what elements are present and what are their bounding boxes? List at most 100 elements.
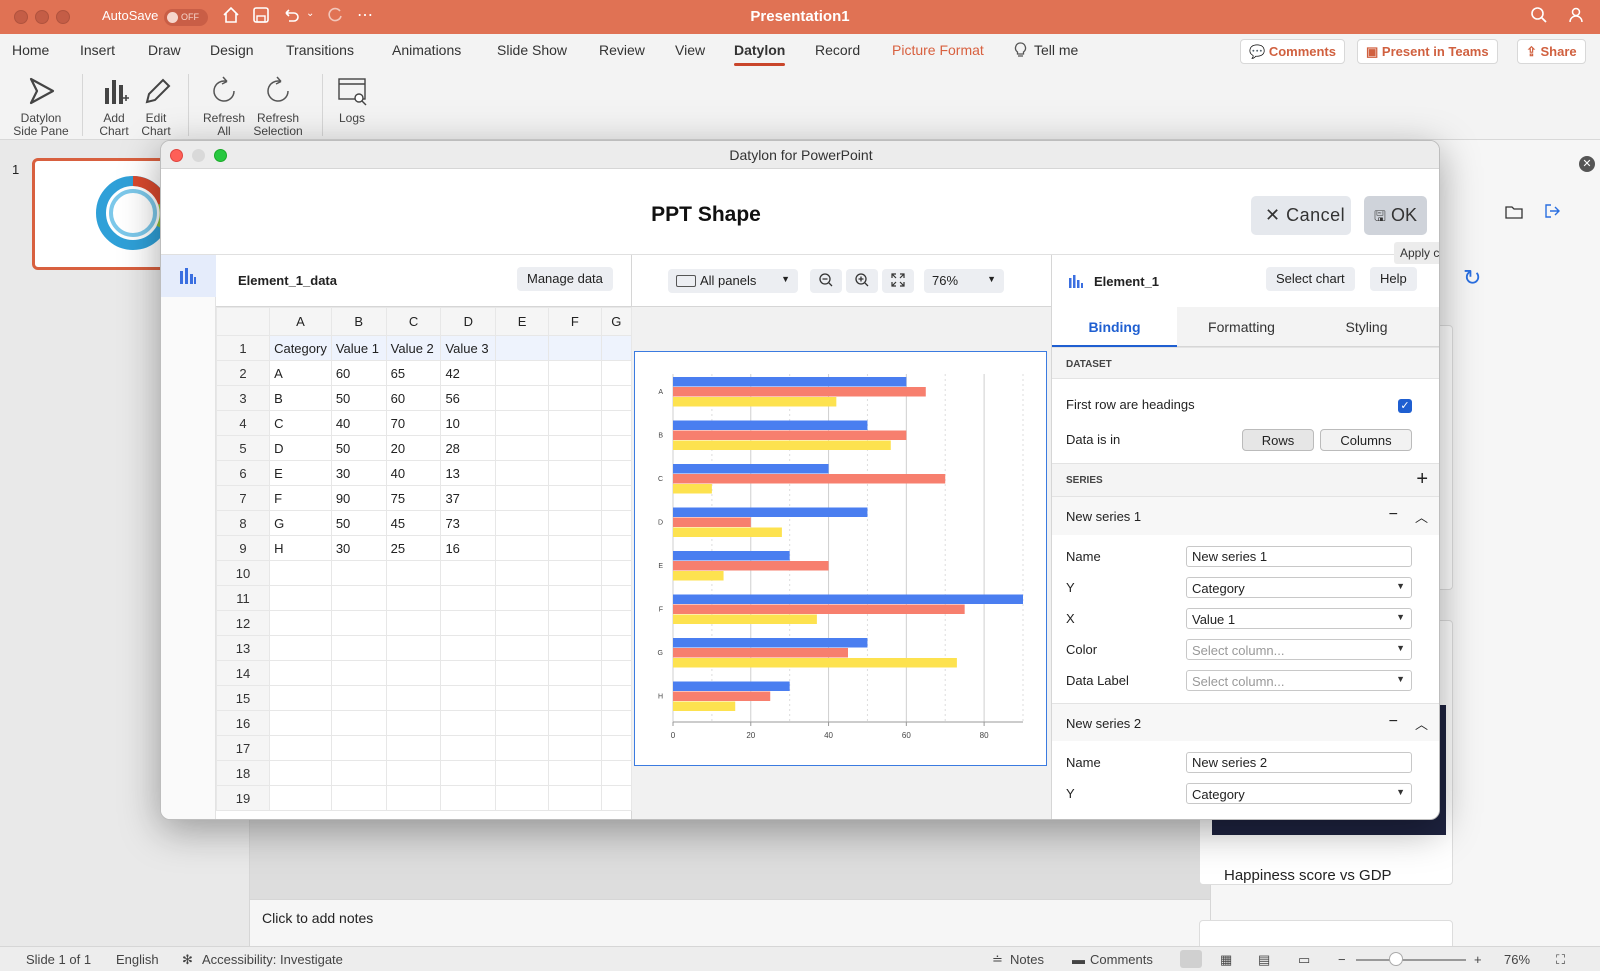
table-cell[interactable] (495, 335, 549, 361)
table-cell[interactable]: 20 (385, 435, 442, 461)
tab-design[interactable]: Design (210, 42, 254, 58)
table-cell[interactable] (547, 360, 602, 386)
table-cell[interactable] (385, 785, 442, 811)
table-cell[interactable] (269, 710, 332, 736)
zoom-in-button[interactable] (846, 269, 878, 293)
present-in-teams-button[interactable]: ▣ Present in Teams (1357, 39, 1498, 64)
table-cell[interactable] (330, 760, 387, 786)
table-cell[interactable]: 73 (440, 510, 497, 536)
help-button[interactable]: Help (1370, 267, 1417, 291)
row-header[interactable]: 9 (215, 535, 271, 561)
table-cell[interactable]: A (269, 360, 332, 386)
row-header[interactable]: 4 (215, 410, 271, 436)
table-cell[interactable] (547, 510, 602, 536)
table-cell[interactable] (440, 685, 497, 711)
tab-home[interactable]: Home (12, 42, 49, 58)
table-cell[interactable]: 75 (385, 485, 442, 511)
table-cell[interactable] (269, 785, 332, 811)
tab-record[interactable]: Record (815, 42, 860, 58)
table-cell[interactable] (600, 710, 633, 736)
panels-dropdown[interactable]: All panels ▼ (668, 269, 798, 293)
table-cell[interactable]: 40 (330, 410, 387, 436)
table-cell[interactable] (495, 485, 549, 511)
notes-toggle[interactable]: Notes (1010, 952, 1044, 967)
table-cell[interactable]: E (269, 460, 332, 486)
series-2-y-select[interactable]: Category ▼ (1186, 783, 1412, 804)
tab-view[interactable]: View (675, 42, 705, 58)
table-cell[interactable] (600, 660, 633, 686)
table-cell[interactable] (600, 435, 633, 461)
table-cell[interactable] (330, 685, 387, 711)
column-header[interactable]: C (385, 307, 442, 336)
table-cell[interactable] (385, 610, 442, 636)
zoom-dropdown[interactable]: 76% ▼ (924, 269, 1004, 293)
chart-canvas[interactable]: 0 20 40 60 80 A B C D E F G H (634, 351, 1047, 766)
tab-draw[interactable]: Draw (148, 42, 181, 58)
zoom-slider[interactable] (1356, 959, 1466, 961)
accessibility-status[interactable]: Accessibility: Investigate (202, 952, 343, 967)
series-1-header[interactable]: New series 1 − ︿ (1052, 497, 1439, 535)
table-cell[interactable] (440, 660, 497, 686)
slide-sorter-icon[interactable]: ▦ (1220, 952, 1232, 968)
tab-transitions[interactable]: Transitions (286, 42, 354, 58)
tab-binding[interactable]: Binding (1052, 307, 1177, 347)
zoom-slider-thumb[interactable] (1389, 952, 1403, 966)
table-cell[interactable] (547, 435, 602, 461)
tab-insert[interactable]: Insert (80, 42, 115, 58)
table-cell[interactable]: H (269, 535, 332, 561)
table-cell[interactable] (547, 335, 602, 361)
series-1-y-select[interactable]: Category ▼ (1186, 577, 1412, 598)
comments-button[interactable]: 💬 Comments (1240, 39, 1345, 64)
table-cell[interactable] (600, 635, 633, 661)
table-cell[interactable]: 30 (330, 460, 387, 486)
table-cell[interactable] (385, 585, 442, 611)
table-cell[interactable] (547, 385, 602, 411)
table-cell[interactable] (600, 560, 633, 586)
table-cell[interactable]: 30 (330, 535, 387, 561)
table-cell[interactable] (547, 710, 602, 736)
table-cell[interactable] (600, 735, 633, 761)
table-cell[interactable]: C (269, 410, 332, 436)
table-cell[interactable] (330, 735, 387, 761)
table-cell[interactable] (269, 660, 332, 686)
table-cell[interactable]: 50 (330, 510, 387, 536)
table-cell[interactable] (600, 460, 633, 486)
row-header[interactable]: 15 (215, 685, 271, 711)
row-header[interactable]: 19 (215, 785, 271, 811)
table-cell[interactable]: 13 (440, 460, 497, 486)
table-cell[interactable]: 25 (385, 535, 442, 561)
table-cell[interactable] (330, 610, 387, 636)
table-cell[interactable] (495, 410, 549, 436)
table-cell[interactable]: D (269, 435, 332, 461)
table-cell[interactable]: 10 (440, 410, 497, 436)
table-cell[interactable] (547, 735, 602, 761)
table-cell[interactable] (440, 560, 497, 586)
table-cell[interactable] (269, 585, 332, 611)
table-cell[interactable]: Category (269, 335, 332, 361)
table-cell[interactable]: 90 (330, 485, 387, 511)
table-cell[interactable] (600, 760, 633, 786)
chart-view-button[interactable] (161, 255, 216, 297)
table-cell[interactable] (600, 785, 633, 811)
table-cell[interactable] (385, 635, 442, 661)
table-cell[interactable] (269, 635, 332, 661)
series-1-color-select[interactable]: Select column... ▼ (1186, 639, 1412, 660)
edit-chart-button[interactable]: Edit Chart (136, 74, 176, 138)
series-1-x-select[interactable]: Value 1 ▼ (1186, 608, 1412, 629)
table-cell[interactable]: 28 (440, 435, 497, 461)
table-cell[interactable] (600, 410, 633, 436)
slideshow-icon[interactable]: ▭ (1298, 952, 1310, 968)
row-header[interactable]: 1 (215, 335, 271, 361)
tab-formatting[interactable]: Formatting (1179, 307, 1304, 347)
table-cell[interactable] (495, 360, 549, 386)
table-cell[interactable] (547, 460, 602, 486)
collapse-chevron-icon[interactable]: ︿ (1415, 714, 1428, 733)
table-cell[interactable] (495, 760, 549, 786)
refresh-all-button[interactable]: Refresh All (200, 74, 248, 138)
zoom-in-icon[interactable]: + (1474, 952, 1482, 967)
series-1-name-input[interactable] (1186, 546, 1412, 567)
zoom-level[interactable]: 76% (1504, 952, 1530, 967)
table-cell[interactable] (495, 460, 549, 486)
row-header[interactable]: 12 (215, 610, 271, 636)
table-cell[interactable] (440, 735, 497, 761)
